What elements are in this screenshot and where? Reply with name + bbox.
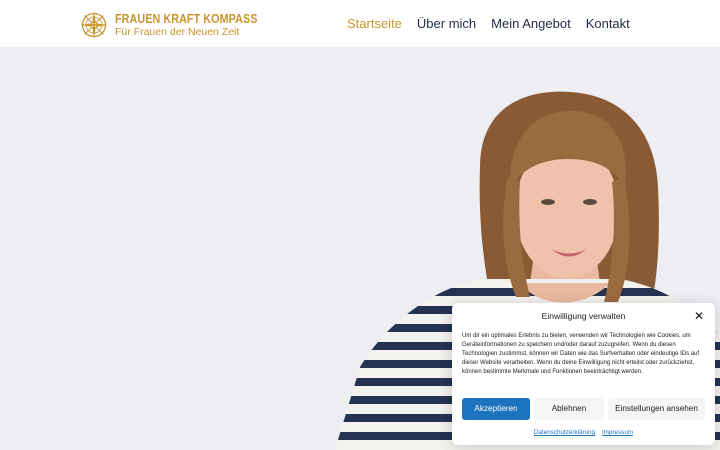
nav-item-kontakt[interactable]: Kontakt [586,15,630,33]
nav-item-startseite[interactable]: Startseite [347,15,402,33]
consent-text: Um dir ein optimales Erlebnis zu bieten,… [462,333,700,375]
brand-tagline: Für Frauen der Neuen Zeit [115,25,240,38]
brand-name: FRAUEN KRAFT KOMPASS [115,11,258,26]
imprint-link[interactable]: Impressum [602,429,633,436]
accept-button[interactable]: Akzeptieren [462,398,530,420]
main-navigation: Startseite Über mich Mein Angebot Kontak… [347,15,630,33]
consent-links: Datenschutzerklärung Impressum [452,428,715,437]
view-settings-button[interactable]: Einstellungen ansehen [608,398,705,420]
cookie-consent-dialog: Einwilligung verwalten ✕ Um dir ein opti… [452,303,715,445]
close-icon[interactable]: ✕ [692,309,706,323]
compass-logo-icon [80,11,108,39]
consent-title: Einwilligung verwalten [541,311,626,321]
privacy-policy-link[interactable]: Datenschutzerklärung [534,429,595,436]
nav-item-ueber-mich[interactable]: Über mich [417,15,476,33]
deny-button[interactable]: Ablehnen [534,398,604,420]
site-logo[interactable]: FRAUEN KRAFT KOMPASS Für Frauen der Neue… [79,10,281,40]
site-header: FRAUEN KRAFT KOMPASS Für Frauen der Neue… [0,0,720,47]
nav-item-mein-angebot[interactable]: Mein Angebot [491,15,571,33]
consent-button-row: Akzeptieren Ablehnen Einstellungen anseh… [462,398,705,420]
